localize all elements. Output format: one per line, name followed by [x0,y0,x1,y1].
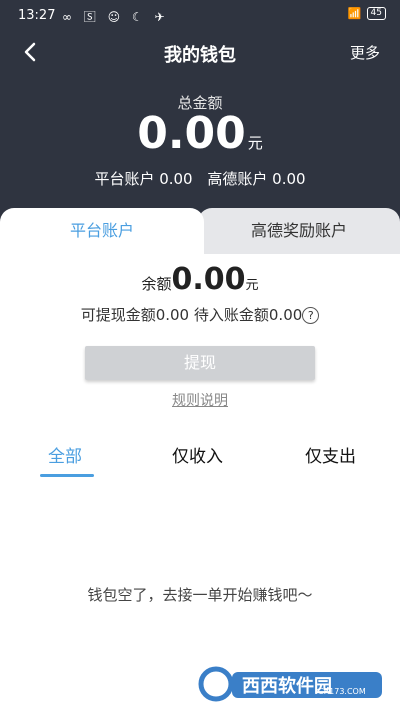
tab-gaode-reward-account[interactable]: 高德奖励账户 [198,208,400,254]
sub-account-summary: 平台账户 0.00 高德账户 0.00 [0,168,400,189]
filter-income-only[interactable]: 仅收入 [172,442,223,467]
more-button[interactable]: 更多 [350,42,380,63]
total-amount: 0.00 元 [0,108,400,159]
nav-bar: 我的钱包 更多 [0,32,400,72]
tab-platform-account[interactable]: 平台账户 [0,208,204,254]
help-icon[interactable]: ? [302,307,320,324]
balance: 余额0.00元 [0,262,400,297]
account-tabs: 高德奖励账户 平台账户 [0,208,400,254]
notification-icons: ∞ 🅂 ☺ ☾ ✈ [62,10,169,24]
filter-all[interactable]: 全部 [48,442,82,467]
empty-state-text: 钱包空了，去接一单开始赚钱吧～ [87,586,313,604]
total-amount-unit: 元 [247,134,263,152]
total-amount-value: 0.00 [137,108,246,159]
status-time: 13:27 [18,8,56,23]
balance-unit: 元 [245,278,259,293]
withdraw-button[interactable]: 提现 [85,346,315,380]
withdrawable-amount: 可提现金额0.00 [80,306,190,324]
balance-amount: 0.00 [171,262,246,297]
balance-detail: 可提现金额0.00 待入账金额0.00? [0,304,400,325]
status-bar: 13:27 ∞ 🅂 ☺ ☾ ✈ 📶 45 [0,0,400,32]
signal-icon: 📶 [347,7,362,20]
platform-account-summary: 平台账户 0.00 [94,170,193,188]
transaction-filter: 全部 仅收入 仅支出 [0,438,400,482]
filter-expense-only[interactable]: 仅支出 [305,442,356,467]
watermark-logo: 西西软件园 CR173.COM [198,666,382,702]
active-filter-indicator [40,474,94,477]
gaode-account-summary: 高德账户 0.00 [207,170,306,188]
rules-link[interactable]: 规则说明 [0,390,400,410]
balance-label: 余额 [141,275,172,293]
page-title: 我的钱包 [164,45,236,66]
battery-icon: 45 [366,7,386,20]
watermark-url: CR173.COM [318,687,366,696]
pending-amount: 待入账金额0.00 [193,306,303,324]
wallet-header: 13:27 ∞ 🅂 ☺ ☾ ✈ 📶 45 我的钱包 更多 总金额 0.00 元 平… [0,0,400,230]
system-icons: 📶 45 [348,7,386,20]
